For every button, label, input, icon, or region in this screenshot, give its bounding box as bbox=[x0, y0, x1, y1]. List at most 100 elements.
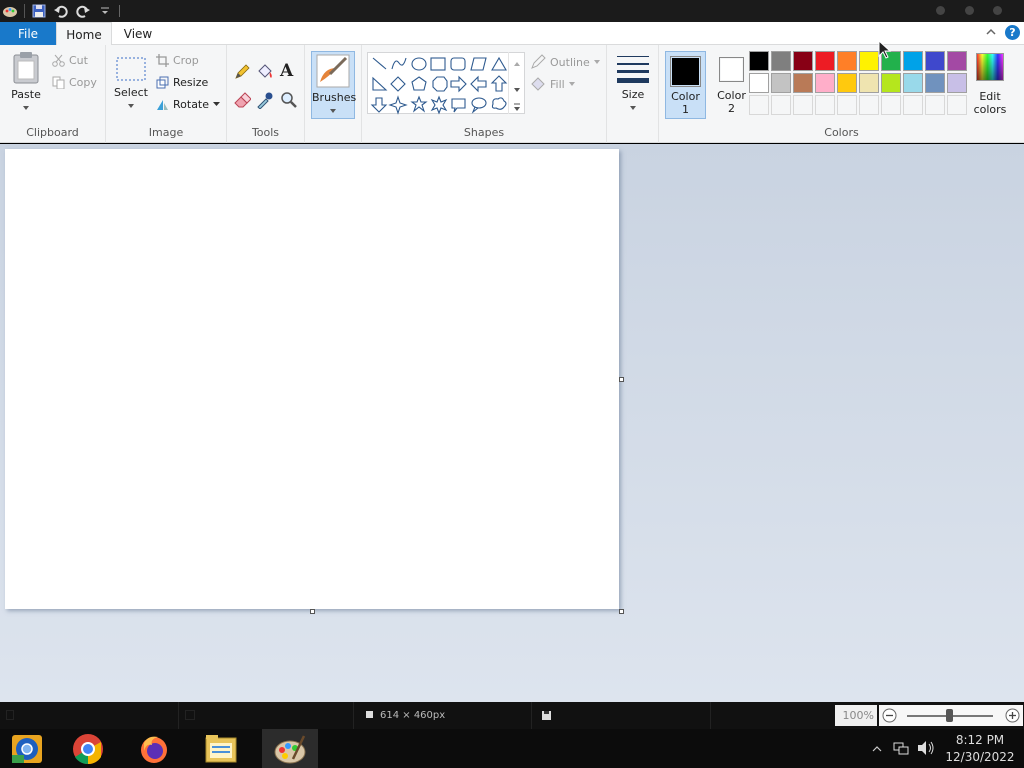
resize-button[interactable]: Resize bbox=[156, 76, 208, 89]
help-icon[interactable]: ? bbox=[1005, 25, 1020, 40]
palette-empty-swatch[interactable] bbox=[815, 95, 835, 115]
resize-handle-right[interactable] bbox=[619, 377, 624, 382]
rotate-dropdown-icon[interactable] bbox=[213, 102, 221, 107]
palette-swatch[interactable] bbox=[859, 51, 879, 71]
palette-empty-swatch[interactable] bbox=[859, 95, 879, 115]
palette-swatch[interactable] bbox=[749, 51, 769, 71]
clock[interactable]: 8:12 PM 12/30/2022 bbox=[940, 732, 1020, 766]
paste-label: Paste bbox=[11, 88, 41, 101]
copy-button[interactable]: Copy bbox=[52, 76, 97, 89]
tab-view[interactable]: View bbox=[118, 22, 158, 45]
palette-swatch[interactable] bbox=[771, 73, 791, 93]
paint-app-icon[interactable] bbox=[2, 3, 18, 19]
magnifier-icon[interactable] bbox=[280, 91, 298, 112]
palette-swatch[interactable] bbox=[837, 51, 857, 71]
size-button[interactable]: Size bbox=[613, 53, 653, 114]
color-picker-icon[interactable] bbox=[256, 91, 274, 112]
select-icon bbox=[116, 57, 146, 81]
color1-button[interactable]: Color 1 bbox=[665, 51, 706, 119]
clock-time: 8:12 PM bbox=[955, 733, 1005, 747]
palette-empty-swatch[interactable] bbox=[947, 95, 967, 115]
eraser-icon[interactable] bbox=[233, 91, 252, 112]
paint-taskbar-icon[interactable] bbox=[262, 729, 318, 768]
palette-swatch[interactable] bbox=[749, 73, 769, 93]
palette-swatch[interactable] bbox=[793, 51, 813, 71]
palette-swatch[interactable] bbox=[815, 51, 835, 71]
palette-empty-swatch[interactable] bbox=[881, 95, 901, 115]
cut-button[interactable]: Cut bbox=[52, 54, 88, 67]
palette-swatch[interactable] bbox=[815, 73, 835, 93]
palette-swatch[interactable] bbox=[947, 51, 967, 71]
palette-empty-swatch[interactable] bbox=[837, 95, 857, 115]
brushes-dropdown-icon[interactable] bbox=[329, 108, 337, 114]
palette-swatch[interactable] bbox=[881, 73, 901, 93]
chromium-icon[interactable] bbox=[5, 729, 49, 768]
pencil-icon[interactable] bbox=[233, 63, 251, 84]
brushes-button[interactable]: Brushes bbox=[311, 51, 356, 119]
fill-label: Fill bbox=[550, 77, 565, 91]
scissors-icon bbox=[52, 54, 65, 67]
paste-button[interactable]: Paste bbox=[6, 51, 46, 119]
color1-number: 1 bbox=[682, 103, 689, 116]
drawing-canvas[interactable] bbox=[5, 149, 619, 609]
show-hidden-icons-icon[interactable] bbox=[872, 745, 882, 752]
palette-swatch[interactable] bbox=[925, 73, 945, 93]
fill-bucket-icon[interactable] bbox=[256, 63, 274, 84]
zoom-in-icon[interactable] bbox=[1005, 708, 1020, 723]
palette-swatch[interactable] bbox=[859, 73, 879, 93]
text-tool-icon[interactable]: A bbox=[280, 61, 293, 81]
outline-button[interactable]: Outline bbox=[530, 54, 600, 70]
select-dropdown-icon[interactable] bbox=[127, 103, 135, 109]
zoom-out-icon[interactable] bbox=[882, 708, 897, 723]
palette-empty-swatch[interactable] bbox=[925, 95, 945, 115]
palette-empty-swatch[interactable] bbox=[903, 95, 923, 115]
customize-quick-access-icon[interactable] bbox=[97, 3, 113, 19]
copy-icon bbox=[52, 76, 65, 89]
palette-empty-swatch[interactable] bbox=[749, 95, 769, 115]
save-icon[interactable] bbox=[31, 3, 47, 19]
fill-button[interactable]: Fill bbox=[530, 76, 575, 92]
crop-label: Crop bbox=[173, 54, 199, 67]
zoom-slider-thumb[interactable] bbox=[946, 709, 953, 722]
undo-icon[interactable] bbox=[53, 3, 69, 19]
shapes-scrollbar[interactable] bbox=[508, 52, 525, 114]
close-button[interactable] bbox=[993, 6, 1002, 15]
minimize-ribbon-icon[interactable] bbox=[985, 26, 997, 41]
paste-dropdown-icon[interactable] bbox=[22, 105, 30, 111]
outline-label: Outline bbox=[550, 55, 590, 69]
palette-empty-swatch[interactable] bbox=[793, 95, 813, 115]
chrome-icon[interactable] bbox=[66, 729, 110, 768]
palette-swatch[interactable] bbox=[771, 51, 791, 71]
color-palette bbox=[749, 51, 969, 117]
palette-swatch[interactable] bbox=[837, 73, 857, 93]
canvas-workspace[interactable] bbox=[0, 144, 1024, 702]
minimize-button[interactable] bbox=[936, 6, 945, 15]
color2-button[interactable]: Color 2 bbox=[711, 51, 752, 119]
colors-group: Color 1 Color 2 Edit colors Colors bbox=[659, 45, 1024, 143]
palette-swatch[interactable] bbox=[925, 51, 945, 71]
palette-swatch[interactable] bbox=[903, 51, 923, 71]
brushes-group: Brushes bbox=[305, 45, 362, 143]
color-spectrum-icon bbox=[976, 53, 1004, 81]
resize-handle-corner[interactable] bbox=[619, 609, 624, 614]
maximize-button[interactable] bbox=[965, 6, 974, 15]
line-size-icon bbox=[617, 56, 649, 83]
tab-file[interactable]: File bbox=[0, 22, 56, 45]
file-manager-icon[interactable] bbox=[199, 729, 243, 768]
size-dropdown-icon[interactable] bbox=[629, 105, 637, 111]
edit-colors-button[interactable]: Edit colors bbox=[969, 51, 1011, 121]
resize-handle-bottom[interactable] bbox=[310, 609, 315, 614]
volume-icon[interactable] bbox=[917, 740, 935, 756]
network-icon[interactable] bbox=[893, 740, 909, 756]
firefox-icon[interactable] bbox=[132, 729, 176, 768]
palette-swatch[interactable] bbox=[793, 73, 813, 93]
palette-swatch[interactable] bbox=[947, 73, 967, 93]
select-button[interactable]: Select bbox=[114, 55, 148, 112]
redo-icon[interactable] bbox=[75, 3, 91, 19]
rotate-button[interactable]: Rotate bbox=[156, 98, 221, 111]
color2-swatch bbox=[719, 57, 744, 82]
crop-button[interactable]: Crop bbox=[156, 54, 199, 67]
palette-empty-swatch[interactable] bbox=[771, 95, 791, 115]
tab-home[interactable]: Home bbox=[56, 22, 112, 46]
palette-swatch[interactable] bbox=[903, 73, 923, 93]
